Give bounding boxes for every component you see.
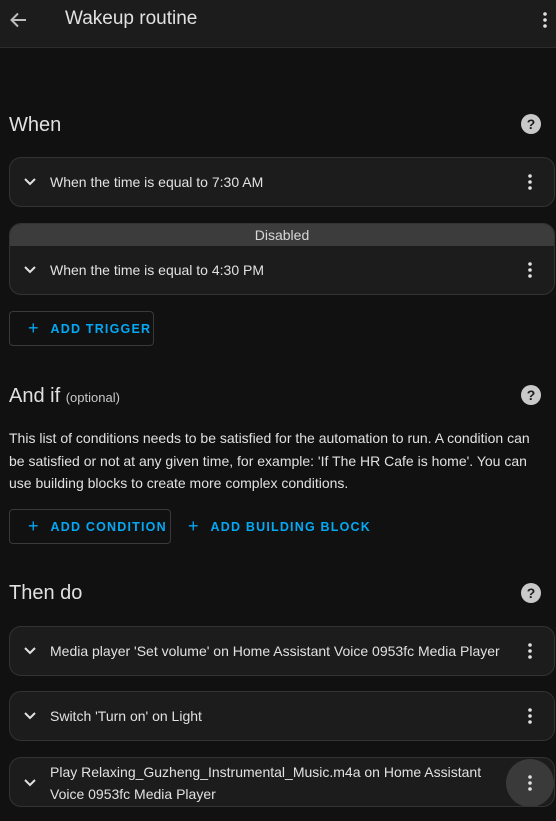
add-condition-button[interactable]: + ADD CONDITION [9, 509, 171, 544]
disabled-banner: Disabled [10, 224, 554, 246]
trigger-card[interactable]: When the time is equal to 7:30 AM [9, 157, 555, 207]
chevron-down-icon[interactable] [22, 174, 38, 190]
trigger-label: When the time is equal to 7:30 AM [50, 174, 264, 190]
when-section-title: When [9, 114, 62, 136]
top-app-bar: Wakeup routine [0, 0, 556, 48]
dots-vertical-icon [528, 775, 532, 791]
chevron-down-icon[interactable] [22, 708, 38, 724]
action-label: Switch 'Turn on' on Light [50, 708, 202, 724]
trigger-menu-button[interactable] [520, 256, 540, 284]
page-title: Wakeup routine [65, 8, 198, 29]
plus-icon: + [28, 516, 39, 536]
action-card[interactable]: Play Relaxing_Guzheng_Instrumental_Music… [9, 757, 555, 807]
trigger-label: When the time is equal to 4:30 PM [50, 262, 264, 278]
action-menu-button[interactable] [520, 637, 540, 665]
dots-vertical-icon [543, 12, 547, 28]
help-icon[interactable]: ? [521, 114, 541, 134]
action-card[interactable]: Media player 'Set volume' on Home Assist… [9, 626, 555, 676]
add-condition-label: ADD CONDITION [50, 519, 167, 534]
dots-vertical-icon [528, 174, 532, 190]
action-row[interactable]: Switch 'Turn on' on Light [10, 692, 554, 740]
and-if-title: And if [9, 385, 61, 407]
action-row[interactable]: Media player 'Set volume' on Home Assist… [10, 627, 554, 675]
action-row[interactable]: Play Relaxing_Guzheng_Instrumental_Music… [10, 758, 554, 806]
action-label: Play Relaxing_Guzheng_Instrumental_Music… [50, 764, 482, 802]
dots-vertical-icon [528, 643, 532, 659]
action-menu-button[interactable] [506, 759, 554, 806]
trigger-menu-button[interactable] [520, 168, 540, 196]
plus-icon: + [28, 318, 39, 338]
action-card[interactable]: Switch 'Turn on' on Light [9, 691, 555, 741]
trigger-row[interactable]: When the time is equal to 4:30 PM [10, 246, 554, 294]
arrow-left-icon [10, 12, 26, 28]
help-icon[interactable]: ? [521, 385, 541, 405]
then-do-section-title: Then do [9, 582, 83, 604]
add-trigger-label: ADD TRIGGER [50, 321, 152, 336]
add-trigger-button[interactable]: + ADD TRIGGER [9, 311, 154, 346]
action-label: Media player 'Set volume' on Home Assist… [50, 643, 500, 659]
add-building-block-button[interactable]: + ADD BUILDING BLOCK [188, 509, 371, 544]
conditions-description: This list of conditions needs to be sati… [9, 430, 530, 491]
chevron-down-icon[interactable] [22, 775, 38, 791]
chevron-down-icon[interactable] [22, 262, 38, 278]
action-menu-button[interactable] [520, 702, 540, 730]
and-if-section-title: And if (optional) [9, 385, 120, 408]
add-building-block-label: ADD BUILDING BLOCK [210, 519, 371, 534]
overflow-menu-button[interactable] [535, 6, 555, 34]
trigger-card-disabled[interactable]: Disabled When the time is equal to 4:30 … [9, 223, 555, 295]
dots-vertical-icon [528, 262, 532, 278]
dots-vertical-icon [528, 708, 532, 724]
plus-icon: + [188, 516, 199, 536]
back-button[interactable] [4, 4, 32, 36]
trigger-row[interactable]: When the time is equal to 7:30 AM [10, 158, 554, 206]
help-icon[interactable]: ? [521, 583, 541, 603]
chevron-down-icon[interactable] [22, 643, 38, 659]
optional-label: (optional) [65, 390, 120, 405]
